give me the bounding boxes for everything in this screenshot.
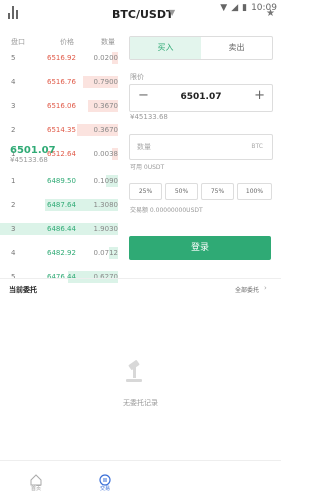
bid-row[interactable]: 5 6476.44 0.6270 — [0, 270, 118, 284]
plus-button[interactable]: + — [254, 88, 265, 103]
nav-trade-label: 交易 — [99, 486, 110, 492]
percent-50-button[interactable]: 50% — [165, 183, 198, 200]
trade-icon — [99, 471, 111, 486]
chevron-right-icon[interactable]: › — [264, 284, 267, 292]
price-stepper[interactable]: − 6501.07 + — [129, 84, 273, 112]
bid-price: 6489.50 — [47, 177, 76, 185]
bid-row[interactable]: 4 6482.92 0.0712 — [0, 246, 118, 260]
empty-orders-text: 无委托记录 — [123, 399, 158, 407]
percent-100-button[interactable]: 100% — [237, 183, 272, 200]
current-orders-title: 当前委托 — [9, 286, 37, 294]
empty-gavel-icon — [121, 359, 147, 385]
quantity-unit: BTC — [251, 143, 263, 150]
pair-title[interactable]: BTC/USDT — [112, 8, 173, 21]
chevron-down-icon[interactable]: ▼ — [169, 8, 175, 17]
ask-price: 6516.92 — [47, 54, 76, 62]
bid-price: 6486.44 — [47, 225, 76, 233]
price-input[interactable]: 6501.07 — [130, 92, 272, 102]
bid-row[interactable]: 1 6489.50 0.1090 — [0, 174, 118, 188]
trade-tabs: 买入 卖出 — [129, 36, 273, 60]
bid-qty: 1.3080 — [93, 201, 119, 209]
bid-idx: 2 — [11, 201, 16, 209]
ask-idx: 3 — [11, 102, 16, 110]
ask-qty: 0.7900 — [93, 78, 119, 86]
ask-qty: 0.3670 — [93, 102, 119, 110]
last-price: 6501.07 — [10, 145, 56, 156]
ask-row[interactable]: 4 6516.76 0.7900 — [0, 75, 118, 89]
nav-trade[interactable]: 交易 — [90, 471, 120, 492]
ask-idx: 5 — [11, 54, 16, 62]
tab-sell[interactable]: 卖出 — [201, 37, 272, 59]
tab-buy[interactable]: 买入 — [130, 37, 201, 59]
bid-idx: 1 — [11, 177, 16, 185]
wifi-icon: ▼ — [220, 3, 228, 13]
turnover: 交易额 0.00000000USDT — [130, 207, 203, 214]
bid-price: 6476.44 — [47, 273, 76, 281]
bid-row[interactable]: 2 6487.64 1.3080 — [0, 198, 118, 212]
available-balance: 可用 0USDT — [130, 164, 165, 171]
star-icon[interactable]: ★ — [266, 8, 275, 19]
quantity-field[interactable]: 数量 BTC — [129, 134, 273, 160]
home-icon — [30, 471, 42, 486]
divider — [0, 278, 281, 279]
all-orders-link[interactable]: 全部委托 — [235, 285, 259, 294]
battery-icon: ▮ — [242, 3, 248, 13]
bottom-nav: 首页 交易 — [0, 460, 281, 501]
quantity-placeholder: 数量 — [137, 143, 151, 151]
bid-qty: 1.9030 — [93, 225, 119, 233]
ask-row[interactable]: 2 6514.35 0.3670 — [0, 123, 118, 137]
header-price: 价格 — [60, 38, 74, 46]
ask-idx: 4 — [11, 78, 16, 86]
nav-home[interactable]: 首页 — [21, 471, 51, 492]
ask-price: 6516.06 — [47, 102, 76, 110]
percent-25-button[interactable]: 25% — [129, 183, 162, 200]
header-position: 盘口 — [11, 38, 25, 46]
bid-qty: 0.0712 — [93, 249, 119, 257]
price-type-label[interactable]: 限价 — [130, 72, 144, 82]
ask-qty: 0.3670 — [93, 126, 119, 134]
header-qty: 数量 — [101, 38, 115, 46]
ask-row[interactable]: 3 6516.06 0.3670 — [0, 99, 118, 113]
signal-icon: ◢ — [231, 3, 239, 13]
ask-price: 6514.35 — [47, 126, 76, 134]
percent-75-button[interactable]: 75% — [201, 183, 234, 200]
ask-row[interactable]: 5 6516.92 0.0200 — [0, 51, 118, 65]
price-cny: ¥45133.68 — [130, 113, 168, 121]
ask-qty: 0.0200 — [93, 54, 119, 62]
bid-idx: 4 — [11, 249, 16, 257]
bid-qty: 0.6270 — [93, 273, 119, 281]
last-price-cny: ¥45133.68 — [10, 156, 48, 164]
ask-price: 6516.76 — [47, 78, 76, 86]
bid-qty: 0.1090 — [93, 177, 119, 185]
ask-idx: 2 — [11, 126, 16, 134]
login-button[interactable]: 登录 — [129, 236, 271, 260]
bid-price: 6482.92 — [47, 249, 76, 257]
bid-price: 6487.64 — [47, 201, 76, 209]
ask-qty: 0.0038 — [93, 150, 119, 158]
bid-idx: 3 — [11, 225, 16, 233]
chart-icon[interactable] — [8, 6, 19, 19]
nav-home-label: 首页 — [30, 486, 41, 492]
bid-row[interactable]: 3 6486.44 1.9030 — [0, 222, 118, 236]
bid-idx: 5 — [11, 273, 16, 281]
